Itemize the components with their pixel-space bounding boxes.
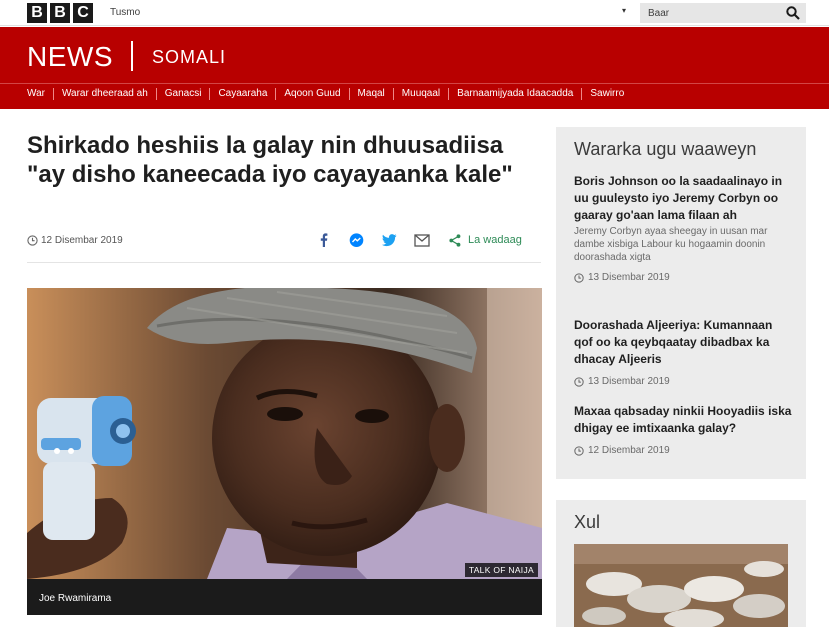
chevron-down-icon[interactable]: ▾ bbox=[622, 6, 626, 15]
bbc-logo-letter: B bbox=[27, 3, 47, 23]
top-story-date-row: 13 Disembar 2019 bbox=[574, 376, 792, 387]
email-icon[interactable] bbox=[414, 232, 430, 248]
top-bar: B B C Tusmo ▾ bbox=[0, 0, 829, 26]
top-story-date: 12 Disembar 2019 bbox=[588, 445, 670, 456]
site-header: NEWS SOMALI War Warar dheeraad ah Ganacs… bbox=[0, 27, 829, 109]
top-story-date-row: 12 Disembar 2019 bbox=[574, 445, 792, 456]
nav-item-barnaamijyada[interactable]: Barnaamijyada Idaacadda bbox=[449, 88, 583, 100]
nav-item-muuqaal[interactable]: Muuqaal bbox=[394, 88, 450, 100]
bbc-logo-letter: C bbox=[73, 3, 93, 23]
clock-icon bbox=[27, 235, 38, 246]
nav-item-war[interactable]: War bbox=[19, 88, 54, 100]
top-story-title[interactable]: Boris Johnson oo la saadaalinayo in uu g… bbox=[574, 173, 792, 224]
nav-divider bbox=[0, 83, 829, 84]
main-nav: War Warar dheeraad ah Ganacsi Cayaaraha … bbox=[19, 88, 632, 100]
top-story-title[interactable]: Maxaa qabsaday ninkii Hooyadiis iska dhi… bbox=[574, 403, 792, 437]
top-story-date-row: 13 Disembar 2019 bbox=[574, 272, 792, 283]
clock-icon bbox=[574, 376, 584, 387]
search-icon[interactable] bbox=[786, 6, 800, 20]
top-story-date: 13 Disembar 2019 bbox=[588, 376, 670, 387]
top-stories-title: Wararka ugu waaweyn bbox=[574, 139, 757, 159]
logo-divider bbox=[131, 41, 133, 71]
menu-link[interactable]: Tusmo bbox=[110, 7, 140, 18]
bbc-logo-letter: B bbox=[50, 3, 70, 23]
article-headline: Shirkado heshiis la galay nin dhuusadiis… bbox=[27, 132, 513, 188]
meta-divider bbox=[27, 262, 541, 263]
top-stories-panel: Wararka ugu waaweyn Boris Johnson oo la … bbox=[556, 127, 806, 479]
share-tools: La wadaag bbox=[315, 232, 522, 248]
top-story-summary: Jeremy Corbyn ayaa sheegay in uusan mar … bbox=[574, 226, 768, 263]
top-story-title[interactable]: Doorashada Aljeeriya: Kumannaan qof oo k… bbox=[574, 317, 792, 368]
article-date: 12 Disembar 2019 bbox=[41, 235, 123, 246]
featured-image[interactable] bbox=[574, 544, 788, 627]
article-image: TALK OF NAIJA bbox=[27, 288, 542, 579]
top-story-date: 13 Disembar 2019 bbox=[588, 272, 670, 283]
search-box bbox=[640, 3, 806, 23]
nav-item-ganacsi[interactable]: Ganacsi bbox=[157, 88, 211, 100]
messenger-icon[interactable] bbox=[348, 232, 364, 248]
bbc-logo[interactable]: B B C bbox=[27, 3, 93, 23]
nav-item-cayaaraha[interactable]: Cayaaraha bbox=[210, 88, 277, 100]
nav-item-warar-dheeraad[interactable]: Warar dheeraad ah bbox=[54, 88, 157, 100]
featured-title: Xul bbox=[574, 512, 601, 532]
top-story-item[interactable]: Boris Johnson oo la saadaalinayo in uu g… bbox=[574, 173, 792, 283]
top-story-item[interactable]: Maxaa qabsaday ninkii Hooyadiis iska dhi… bbox=[574, 403, 792, 456]
search-input[interactable] bbox=[648, 6, 778, 20]
facebook-icon[interactable] bbox=[315, 232, 331, 248]
animals-photo bbox=[574, 544, 788, 627]
clock-icon bbox=[574, 445, 584, 456]
service-name[interactable]: SOMALI bbox=[152, 47, 226, 68]
man-photo bbox=[27, 288, 542, 579]
nav-item-sawirro[interactable]: Sawirro bbox=[582, 88, 632, 100]
image-caption: Joe Rwamirama bbox=[39, 593, 112, 604]
nav-item-aqoon-guud[interactable]: Aqoon Guud bbox=[276, 88, 350, 100]
twitter-icon[interactable] bbox=[381, 232, 397, 248]
article-meta: 12 Disembar 2019 La wadaag bbox=[27, 232, 541, 252]
share-label[interactable]: La wadaag bbox=[468, 234, 522, 246]
image-caption-bar: Joe Rwamirama bbox=[27, 579, 542, 615]
share-icon[interactable] bbox=[447, 232, 463, 248]
featured-panel: Xul bbox=[556, 500, 806, 627]
clock-icon bbox=[574, 272, 584, 283]
image-credit: TALK OF NAIJA bbox=[464, 563, 538, 577]
news-logo[interactable]: NEWS bbox=[27, 41, 113, 73]
top-story-item[interactable]: Doorashada Aljeeriya: Kumannaan qof oo k… bbox=[574, 317, 792, 387]
nav-item-maqal[interactable]: Maqal bbox=[350, 88, 394, 100]
